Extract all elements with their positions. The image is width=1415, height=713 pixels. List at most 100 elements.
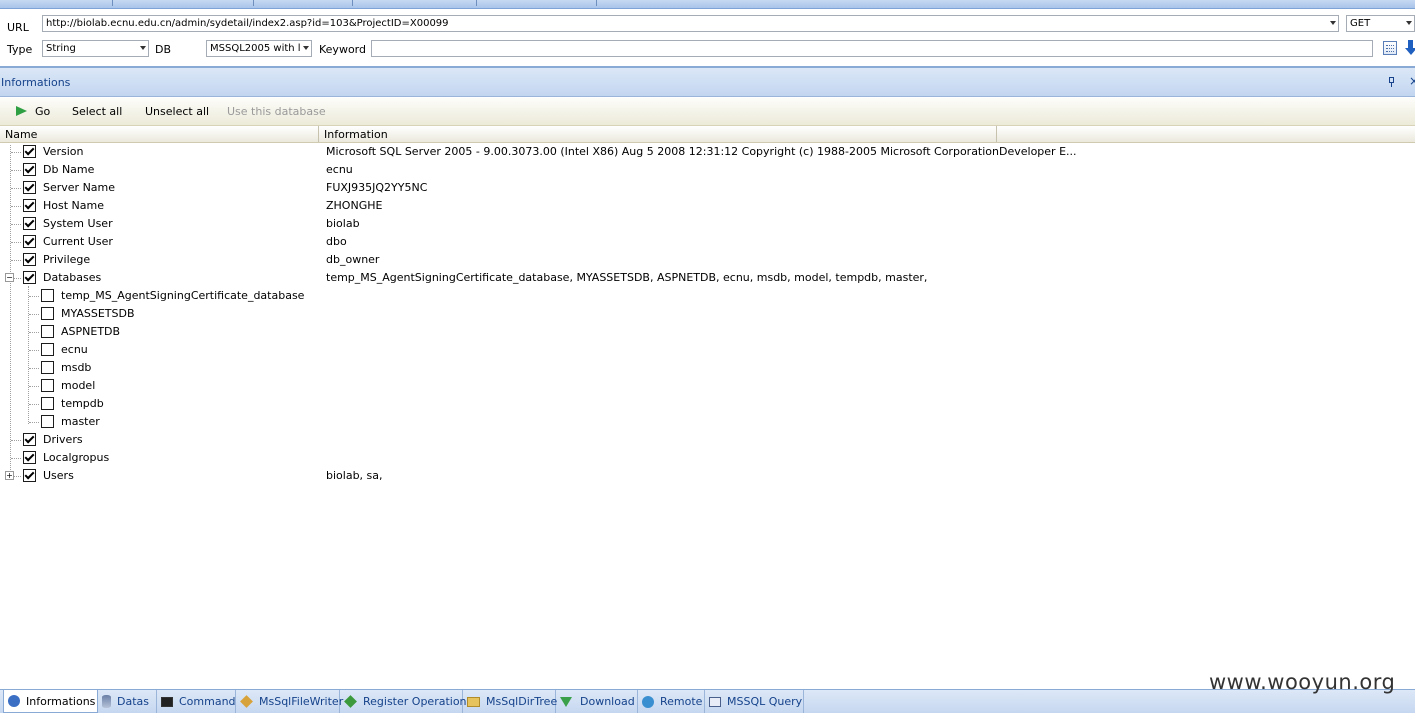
tree-row[interactable]: ASPNETDB xyxy=(0,323,1000,341)
tab-label: MsSqlFileWriter xyxy=(259,695,344,708)
row-name: master xyxy=(61,415,100,428)
row-information: db_owner xyxy=(326,253,380,266)
url-value: http://biolab.ecnu.edu.cn/admin/sydetail… xyxy=(46,18,449,29)
row-checkbox[interactable] xyxy=(41,397,54,410)
tree-row[interactable]: Host Name ZHONGHE xyxy=(0,197,1000,215)
tree-row[interactable]: Privilege db_owner xyxy=(0,251,1000,269)
row-name: MYASSETSDB xyxy=(61,307,135,320)
unselect-all-button[interactable]: Unselect all xyxy=(145,105,209,118)
db-select[interactable]: MSSQL2005 with l xyxy=(206,40,312,57)
tree-connector xyxy=(11,152,21,153)
tree-row[interactable]: master xyxy=(0,413,1000,431)
tab-mssqldirtree[interactable]: MsSqlDirTree xyxy=(463,690,558,713)
row-checkbox[interactable] xyxy=(23,451,36,464)
tree-row[interactable]: − Databases temp_MS_AgentSigningCertificat… xyxy=(0,269,1000,287)
column-divider[interactable] xyxy=(318,126,319,142)
tree-row[interactable]: Version Microsoft SQL Server 2005 - 9.00.… xyxy=(0,143,1077,161)
tab-label: MsSqlDirTree xyxy=(486,695,558,708)
go-button[interactable]: Go xyxy=(14,103,54,120)
tab-command[interactable]: Command xyxy=(157,690,236,713)
row-checkbox[interactable] xyxy=(41,325,54,338)
tab-mssql-query[interactable]: MSSQL Query xyxy=(705,690,804,713)
tab-mssqlfilewriter[interactable]: MsSqlFileWriter xyxy=(236,690,344,713)
pin-icon[interactable] xyxy=(1388,77,1396,87)
tree-row[interactable]: System User biolab xyxy=(0,215,1000,233)
column-information-header[interactable]: Information xyxy=(324,128,388,141)
row-checkbox[interactable] xyxy=(23,145,36,158)
column-divider[interactable] xyxy=(996,126,997,142)
row-checkbox[interactable] xyxy=(41,415,54,428)
tree-row[interactable]: Drivers xyxy=(0,431,1000,449)
row-checkbox[interactable] xyxy=(23,271,36,284)
row-name: temp_MS_AgentSigningCertificate_database xyxy=(61,289,305,302)
tab-remote[interactable]: Remote xyxy=(638,690,705,713)
row-name: Localgropus xyxy=(43,451,110,464)
collapse-icon[interactable]: − xyxy=(5,273,14,282)
globe-icon xyxy=(642,695,654,708)
tree-connector xyxy=(29,314,39,315)
tree-row[interactable]: + Users biolab, sa, xyxy=(0,467,1000,485)
row-checkbox[interactable] xyxy=(23,235,36,248)
row-checkbox[interactable] xyxy=(41,289,54,302)
tree-row[interactable]: Current User dbo xyxy=(0,233,1000,251)
method-value: GET xyxy=(1350,18,1371,29)
tree-row[interactable]: msdb xyxy=(0,359,1000,377)
tab-label: Informations xyxy=(26,694,96,708)
chevron-down-icon[interactable] xyxy=(1406,21,1412,25)
row-checkbox[interactable] xyxy=(23,217,36,230)
row-checkbox[interactable] xyxy=(23,433,36,446)
column-header: Name Information xyxy=(0,126,1415,143)
tree-connector xyxy=(11,224,21,225)
tree-row[interactable]: Server Name FUXJ935JQ2YY5NC xyxy=(0,179,1000,197)
expand-icon[interactable]: + xyxy=(5,471,14,480)
tab-register-operation[interactable]: Register Operation xyxy=(340,690,467,713)
row-checkbox[interactable] xyxy=(41,307,54,320)
use-database-button[interactable]: Use this database xyxy=(227,105,326,118)
row-checkbox[interactable] xyxy=(23,199,36,212)
row-name: Version xyxy=(43,145,84,158)
row-checkbox[interactable] xyxy=(23,469,36,482)
tree-row[interactable]: Localgropus xyxy=(0,449,1000,467)
tree-row[interactable]: MYASSETSDB xyxy=(0,305,1000,323)
terminal-icon xyxy=(161,696,173,707)
toolbar-segment xyxy=(0,0,113,6)
arrow-down-icon[interactable] xyxy=(1405,40,1415,56)
select-all-button[interactable]: Select all xyxy=(72,105,122,118)
chevron-down-icon[interactable] xyxy=(1330,21,1336,25)
tree-row[interactable]: ecnu xyxy=(0,341,1000,359)
row-checkbox[interactable] xyxy=(41,343,54,356)
row-checkbox[interactable] xyxy=(23,253,36,266)
keyword-label: Keyword xyxy=(319,43,366,56)
row-checkbox[interactable] xyxy=(23,163,36,176)
row-name: System User xyxy=(43,217,113,230)
tree-connector xyxy=(29,332,39,333)
chevron-down-icon[interactable] xyxy=(140,46,146,50)
db-value: MSSQL2005 with l xyxy=(210,43,301,54)
row-name: Privilege xyxy=(43,253,91,266)
tab-informations[interactable]: Informations xyxy=(3,690,98,713)
tree-row[interactable]: model xyxy=(0,377,1000,395)
tree-row[interactable]: tempdb xyxy=(0,395,1000,413)
options-icon[interactable] xyxy=(1383,41,1397,55)
tab-datas[interactable]: Datas xyxy=(98,690,157,713)
row-name: ASPNETDB xyxy=(61,325,121,338)
keyword-input[interactable] xyxy=(371,40,1373,57)
row-information: dbo xyxy=(326,235,347,248)
type-select[interactable]: String xyxy=(42,40,149,57)
tree-row[interactable]: temp_MS_AgentSigningCertificate_database xyxy=(0,287,1000,305)
method-select[interactable]: GET xyxy=(1346,15,1415,32)
tree-row[interactable]: Db Name ecnu xyxy=(0,161,1000,179)
tree-connector xyxy=(29,296,39,297)
chevron-down-icon[interactable] xyxy=(303,46,309,50)
tab-download[interactable]: Download xyxy=(556,690,638,713)
tab-label: Download xyxy=(580,695,635,708)
row-checkbox[interactable] xyxy=(41,361,54,374)
folder-icon xyxy=(467,696,480,707)
row-name: tempdb xyxy=(61,397,104,410)
db-label: DB xyxy=(155,43,172,56)
url-input[interactable]: http://biolab.ecnu.edu.cn/admin/sydetail… xyxy=(42,15,1339,32)
column-name-header[interactable]: Name xyxy=(5,128,37,141)
row-checkbox[interactable] xyxy=(41,379,54,392)
close-icon[interactable]: × xyxy=(1409,74,1415,88)
row-checkbox[interactable] xyxy=(23,181,36,194)
